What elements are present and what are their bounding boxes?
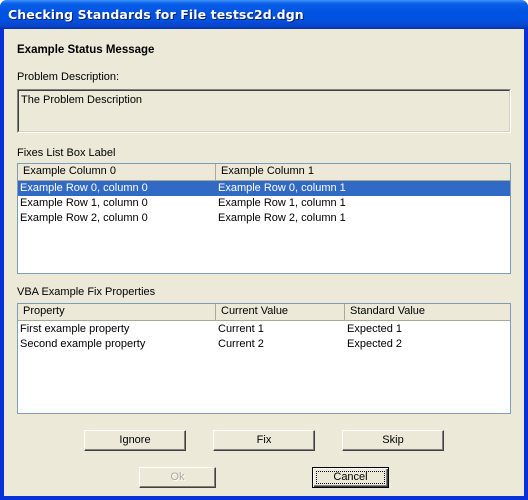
- title-bar[interactable]: Checking Standards for File testsc2d.dgn: [0, 0, 528, 29]
- dialog-body: Example Status Message Problem Descripti…: [4, 29, 524, 496]
- properties-row-0-standard: Expected 1: [347, 323, 403, 335]
- problem-description-label: Problem Description:: [17, 71, 120, 83]
- fixes-row-0-col-1: Example Row 0, column 1: [218, 182, 346, 194]
- cancel-button-label: Cancel: [333, 471, 368, 483]
- checking-standards-dialog: Checking Standards for File testsc2d.dgn…: [0, 0, 528, 500]
- fix-button[interactable]: Fix: [213, 430, 315, 451]
- fixes-row-0-col-0: Example Row 0, column 0: [20, 182, 148, 194]
- properties-row-1-property: Second example property: [20, 338, 146, 350]
- properties-row-0[interactable]: First example property Current 1 Expecte…: [18, 322, 510, 337]
- fixes-list[interactable]: Example Column 0 Example Column 1 Exampl…: [17, 163, 511, 274]
- fixes-row-1-col-1: Example Row 1, column 1: [218, 197, 346, 209]
- properties-list-header: Property Current Value Standard Value: [18, 304, 510, 321]
- properties-column-header-current[interactable]: Current Value: [216, 304, 345, 320]
- fixes-row-2-col-0: Example Row 2, column 0: [20, 212, 148, 224]
- properties-row-1-standard: Expected 2: [347, 338, 403, 350]
- problem-description-box: The Problem Description: [17, 89, 511, 133]
- problem-description-text: The Problem Description: [21, 94, 143, 106]
- status-message: Example Status Message: [17, 44, 155, 56]
- window-title: Checking Standards for File testsc2d.dgn: [8, 7, 304, 22]
- skip-button[interactable]: Skip: [342, 430, 444, 451]
- properties-column-header-standard[interactable]: Standard Value: [345, 304, 510, 320]
- fixes-column-header-0[interactable]: Example Column 0: [18, 164, 216, 180]
- properties-row-0-property: First example property: [20, 323, 130, 335]
- ignore-button[interactable]: Ignore: [84, 430, 186, 451]
- properties-row-1[interactable]: Second example property Current 2 Expect…: [18, 337, 510, 352]
- fixes-row-2[interactable]: Example Row 2, column 0 Example Row 2, c…: [18, 211, 510, 226]
- properties-row-0-current: Current 1: [218, 323, 264, 335]
- ok-button[interactable]: Ok: [139, 467, 216, 488]
- cancel-button[interactable]: Cancel: [312, 467, 389, 488]
- fixes-row-1[interactable]: Example Row 1, column 0 Example Row 1, c…: [18, 196, 510, 211]
- properties-list-label: VBA Example Fix Properties: [17, 286, 156, 298]
- fixes-list-label: Fixes List Box Label: [17, 147, 116, 159]
- fixes-row-2-col-1: Example Row 2, column 1: [218, 212, 346, 224]
- ignore-button-label: Ignore: [119, 434, 151, 446]
- skip-button-label: Skip: [382, 434, 404, 446]
- fix-button-label: Fix: [256, 434, 272, 446]
- ok-button-label: Ok: [170, 471, 185, 483]
- fixes-list-header: Example Column 0 Example Column 1: [18, 164, 510, 181]
- properties-row-1-current: Current 2: [218, 338, 264, 350]
- fixes-column-header-1[interactable]: Example Column 1: [216, 164, 510, 180]
- properties-column-header-property[interactable]: Property: [18, 304, 216, 320]
- fixes-row-0[interactable]: Example Row 0, column 0 Example Row 0, c…: [18, 181, 510, 196]
- fixes-row-1-col-0: Example Row 1, column 0: [20, 197, 148, 209]
- properties-list[interactable]: Property Current Value Standard Value Fi…: [17, 303, 511, 414]
